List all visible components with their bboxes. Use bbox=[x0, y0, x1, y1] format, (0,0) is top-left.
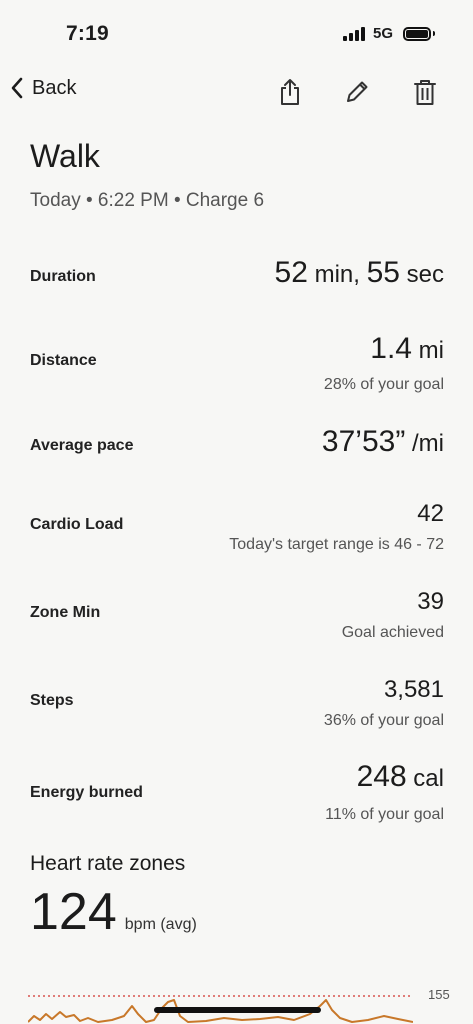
energy-value: 248 bbox=[356, 760, 407, 793]
metric-label: Average pace bbox=[30, 437, 134, 454]
trash-icon bbox=[414, 80, 436, 105]
metric-value: 1.4 mi bbox=[370, 332, 444, 366]
duration-minutes: 52 bbox=[274, 256, 308, 289]
metric-label: Energy burned bbox=[30, 784, 143, 801]
metric-zone-min: Zone Min 39 Goal achieved bbox=[30, 586, 444, 646]
share-icon bbox=[281, 79, 299, 105]
chevron-left-icon bbox=[11, 77, 23, 99]
delete-button[interactable] bbox=[410, 76, 440, 108]
status-bar: 7:19 5G bbox=[0, 0, 473, 64]
metric-duration: Duration 52 min, 55 sec bbox=[30, 256, 444, 296]
battery-icon bbox=[403, 26, 431, 41]
exercise-title: Walk bbox=[30, 138, 100, 174]
metric-label: Distance bbox=[30, 352, 97, 369]
metric-subtext: 36% of your goal bbox=[323, 712, 444, 729]
metric-subtext: 28% of your goal bbox=[323, 376, 444, 393]
duration-minutes-unit: min, bbox=[307, 261, 367, 288]
metric-label: Cardio Load bbox=[30, 516, 124, 533]
distance-value: 1.4 bbox=[370, 332, 412, 365]
heart-rate-zones-title: Heart rate zones bbox=[30, 852, 186, 875]
heart-rate-avg-value: 124 bbox=[30, 883, 117, 941]
pace-value: 37’53” bbox=[321, 425, 406, 458]
metric-value: 52 min, 55 sec bbox=[275, 256, 444, 290]
pace-unit: /mi bbox=[405, 430, 444, 457]
home-indicator[interactable] bbox=[154, 1007, 321, 1013]
cardio-load-value: 42 bbox=[417, 500, 444, 527]
metric-label: Duration bbox=[30, 268, 96, 285]
metric-subtext: 11% of your goal bbox=[325, 806, 444, 823]
heart-rate-avg-unit: bpm (avg) bbox=[124, 916, 197, 933]
metric-subtext: Today's target range is 46 - 72 bbox=[229, 536, 444, 553]
metric-energy-burned: Energy burned 248 cal 11% of your goal bbox=[30, 760, 444, 830]
duration-seconds: 55 bbox=[366, 256, 400, 289]
exercise-detail-screen: 7:19 5G Back Walk Today • 6:22 PM • Char… bbox=[0, 0, 473, 1024]
zone-min-value: 39 bbox=[417, 588, 444, 615]
back-button[interactable]: Back bbox=[10, 76, 76, 100]
metric-value: 248 cal bbox=[357, 760, 444, 794]
edit-button[interactable] bbox=[342, 76, 372, 108]
pencil-icon bbox=[347, 81, 368, 102]
metric-steps: Steps 3,581 36% of your goal bbox=[30, 674, 444, 734]
distance-unit: mi bbox=[412, 337, 444, 364]
steps-value: 3,581 bbox=[383, 676, 444, 703]
heart-rate-average: 124 bpm (avg) bbox=[30, 882, 197, 942]
back-label: Back bbox=[32, 76, 77, 99]
metric-value: 37’53” /mi bbox=[322, 425, 444, 459]
battery-cap-icon bbox=[433, 31, 435, 36]
energy-unit: cal bbox=[406, 765, 444, 792]
chart-max-label: 155 bbox=[428, 987, 450, 1002]
exercise-subtitle: Today • 6:22 PM • Charge 6 bbox=[30, 190, 265, 211]
status-indicators: 5G bbox=[342, 25, 435, 42]
duration-seconds-unit: sec bbox=[399, 261, 444, 288]
network-type: 5G bbox=[372, 25, 393, 42]
metric-label: Steps bbox=[30, 692, 74, 709]
cellular-signal-icon bbox=[342, 26, 365, 41]
metric-distance: Distance 1.4 mi 28% of your goal bbox=[30, 332, 444, 396]
status-time: 7:19 bbox=[66, 22, 109, 45]
metric-label: Zone Min bbox=[30, 604, 101, 621]
share-button[interactable] bbox=[275, 76, 305, 108]
metric-cardio-load: Cardio Load 42 Today's target range is 4… bbox=[30, 498, 444, 558]
metric-subtext: Goal achieved bbox=[341, 624, 444, 641]
metric-average-pace: Average pace 37’53” /mi bbox=[30, 425, 444, 465]
heart-rate-chart bbox=[28, 995, 413, 1023]
navigation-bar: Back bbox=[0, 70, 473, 114]
